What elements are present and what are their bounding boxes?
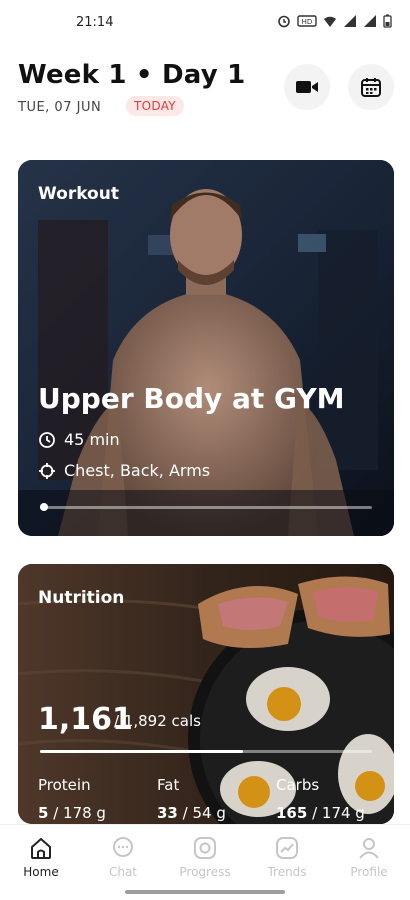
calendar-icon <box>361 78 381 97</box>
workout-progress-bar <box>40 503 372 511</box>
duration-text: 45 min <box>64 430 120 449</box>
macro-name: Protein <box>38 776 91 794</box>
signal-icon <box>344 15 356 27</box>
status-bar: 21:14 HD <box>0 0 410 44</box>
nav-item-home[interactable]: Home <box>0 835 82 879</box>
page-title: Week 1 • Day 1 <box>18 60 246 90</box>
alarm-icon <box>278 15 290 28</box>
nav-label: Progress <box>179 865 231 879</box>
nav-item-trends[interactable]: Trends <box>246 835 328 879</box>
workout-progress-handle <box>40 503 48 511</box>
macro-name: Carbs <box>276 776 320 794</box>
video-camera-icon <box>296 81 318 93</box>
home-indicator <box>125 890 285 894</box>
macro-carbs: Carbs 165 / 174 g <box>276 776 365 822</box>
battery-icon <box>383 14 392 28</box>
macro-protein: Protein 5 / 178 g <box>38 776 106 822</box>
nav-item-profile[interactable]: Profile <box>328 835 410 879</box>
workout-target-muscles: Chest, Back, Arms <box>38 461 210 480</box>
camera-icon <box>194 837 216 859</box>
chat-icon <box>113 837 133 857</box>
workout-title: Upper Body at GYM <box>38 382 345 415</box>
nav-label: Trends <box>267 865 307 879</box>
workout-duration: 45 min <box>38 430 120 449</box>
macro-value: 5 / 178 g <box>38 804 106 822</box>
macro-name: Fat <box>157 776 180 794</box>
nutrition-card[interactable]: Nutrition 1,161 / 1,892 cals Protein 5 /… <box>18 564 394 824</box>
calories-progress-bar <box>40 750 372 753</box>
calories-goal: / 1,892 cals <box>114 712 201 730</box>
calendar-button[interactable] <box>348 64 394 110</box>
svg-text:HD: HD <box>302 18 313 26</box>
profile-icon <box>359 838 379 859</box>
target-icon <box>39 462 55 479</box>
signal-icon <box>364 15 376 27</box>
workout-card[interactable]: Workout Upper Body at GYM 45 min Chest, … <box>18 160 394 536</box>
bottom-nav: Home Chat Progress Trends Profile <box>0 824 410 900</box>
date-label: TUE, 07 JUN <box>18 100 102 115</box>
day-header: Week 1 • Day 1 TUE, 07 JUN TODAY <box>18 58 398 128</box>
macro-value: 165 / 174 g <box>276 804 365 822</box>
nav-label: Profile <box>350 865 388 879</box>
trends-icon <box>276 837 298 859</box>
nav-item-progress[interactable]: Progress <box>164 835 246 879</box>
nav-label: Home <box>23 865 59 879</box>
muscles-text: Chest, Back, Arms <box>64 461 211 480</box>
today-badge: TODAY <box>126 96 184 116</box>
clock-icon <box>39 431 55 448</box>
nutrition-label: Nutrition <box>38 588 125 608</box>
status-time: 21:14 <box>76 15 114 30</box>
hd-icon: HD <box>297 15 317 27</box>
workout-label: Workout <box>38 184 119 204</box>
status-icons: HD <box>277 14 392 28</box>
wifi-icon <box>324 16 336 27</box>
nav-label: Chat <box>108 865 138 879</box>
macro-fat: Fat 33 / 54 g <box>157 776 226 822</box>
calories-progress-fill <box>40 750 243 753</box>
home-icon <box>31 838 51 859</box>
macro-value: 33 / 54 g <box>157 804 226 822</box>
nav-item-chat[interactable]: Chat <box>82 835 164 879</box>
video-call-button[interactable] <box>284 64 330 110</box>
